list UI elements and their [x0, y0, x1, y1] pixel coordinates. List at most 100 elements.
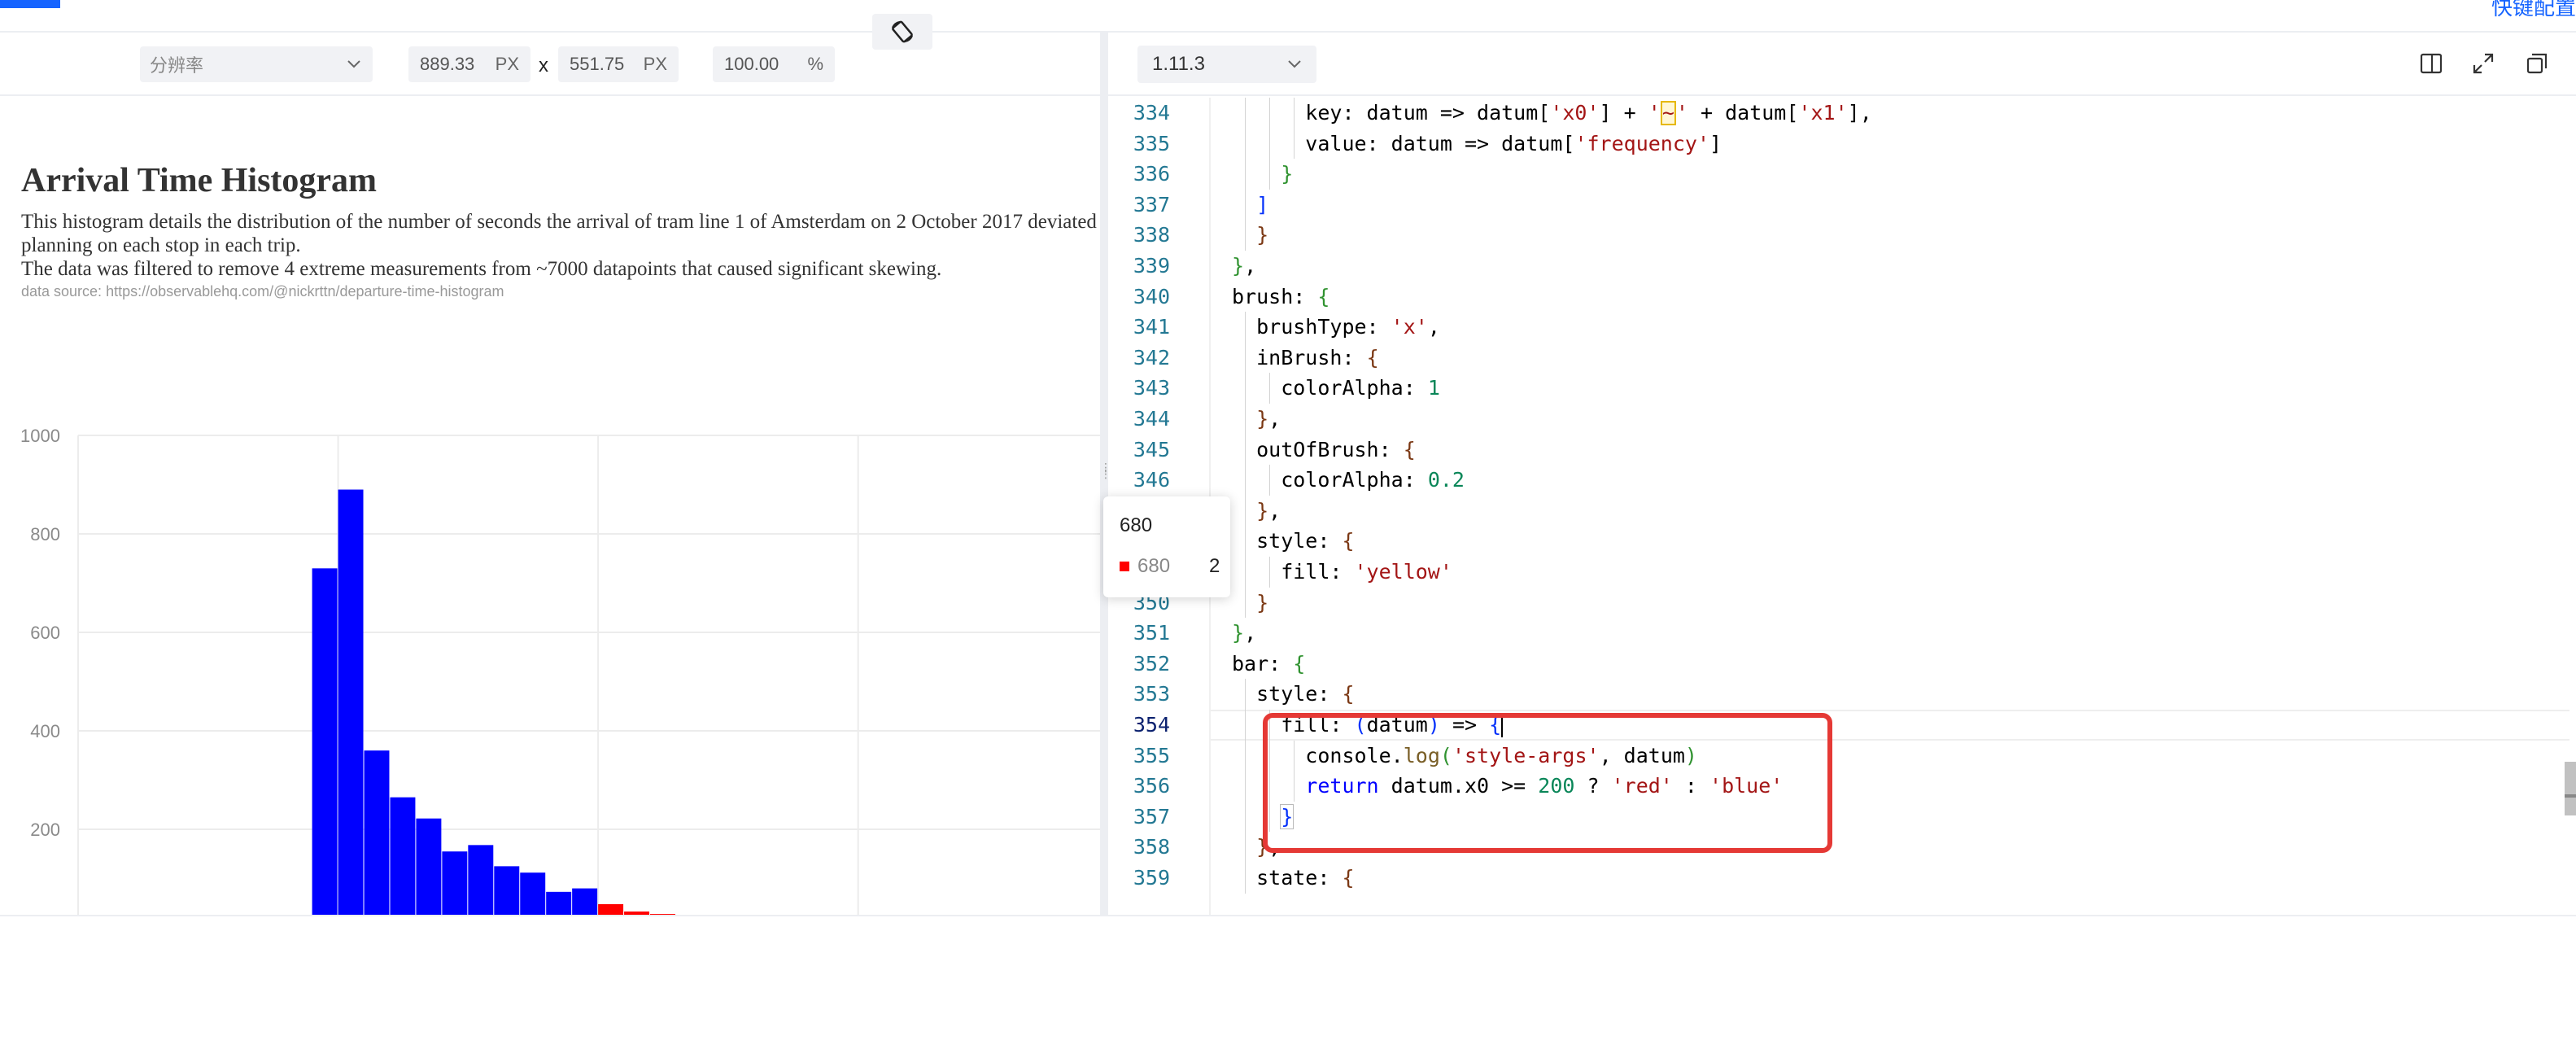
code-line[interactable]: 347}, — [1108, 495, 2573, 527]
code-line[interactable]: 359 state: { — [1108, 863, 2573, 894]
code-text: inBrush: { — [1256, 343, 1379, 374]
line-number: 357 — [1133, 804, 1170, 828]
code-line[interactable]: 348style: { — [1108, 526, 2573, 557]
code-text: }, — [1232, 251, 1256, 282]
version-select[interactable]: 1.11.3 — [1137, 46, 1316, 83]
expand-button[interactable] — [2465, 46, 2501, 81]
code-text: brushType: 'x', — [1256, 312, 1440, 343]
code-line[interactable]: 335 value: datum => datum['frequency'] — [1108, 128, 2573, 160]
histogram-bar — [364, 750, 390, 915]
code-token: , — [1268, 498, 1281, 522]
indent-guide — [1269, 159, 1271, 190]
code-token: } — [1256, 590, 1269, 614]
code-token: ], — [1847, 101, 1872, 125]
line-number: 341 — [1133, 315, 1170, 339]
code-line[interactable]: 351}, — [1108, 618, 2573, 649]
code-token: 'x0' — [1550, 101, 1600, 125]
histogram-chart[interactable]: 02004006008001000−2000200400600 — [0, 317, 1100, 915]
code-line[interactable]: 334 key: datum => datum['x0'] + '~' + dat… — [1108, 98, 2573, 129]
code-text: style: { — [1256, 526, 1354, 557]
split-view-button[interactable] — [2413, 46, 2449, 81]
code-token: { — [1317, 284, 1330, 308]
description-line-2: The data was filtered to remove 4 extrem… — [21, 258, 942, 280]
code-text: outOfBrush: { — [1256, 435, 1416, 466]
editor-scrollbar[interactable] — [2565, 762, 2576, 815]
line-number: 354 — [1133, 713, 1170, 737]
code-line[interactable]: 342 inBrush: { — [1108, 342, 2573, 374]
code-line[interactable]: 345 outOfBrush: { — [1108, 434, 2573, 466]
shortcut-config-link[interactable]: 快键配置 — [2491, 0, 2576, 21]
code-line[interactable]: 349fill: 'yellow' — [1108, 557, 2573, 588]
width-input[interactable]: 889.33 PX — [408, 46, 530, 82]
histogram-bar — [442, 851, 468, 915]
popout-button[interactable] — [2519, 46, 2555, 81]
code-line[interactable]: 352 bar: { — [1108, 649, 2573, 680]
line-number: 343 — [1133, 376, 1170, 400]
code-line[interactable]: 346 colorAlpha: 0.2 — [1108, 465, 2573, 496]
code-text: }, — [1256, 496, 1281, 527]
code-token: ] + — [1599, 101, 1648, 125]
line-number: 351 — [1133, 621, 1170, 645]
top-accent-bar — [0, 0, 60, 8]
indent-guide — [1245, 710, 1247, 741]
code-token: ' — [1648, 101, 1661, 125]
indent-guide — [1245, 404, 1247, 435]
resolution-select[interactable]: 分辨率 — [140, 46, 373, 82]
dimension-separator: x — [539, 55, 548, 77]
resolution-select-placeholder: 分辨率 — [150, 55, 204, 76]
line-number: 344 — [1133, 407, 1170, 431]
split-view-icon — [2420, 53, 2443, 74]
y-tick-label: 1000 — [20, 426, 60, 446]
code-token: , — [1427, 315, 1440, 339]
line-number: 345 — [1133, 437, 1170, 461]
code-text: } — [1256, 220, 1268, 251]
code-line[interactable]: 341 brushType: 'x', — [1108, 312, 2573, 343]
chart-description: This histogram details the distribution … — [21, 210, 1100, 281]
line-number: 358 — [1133, 835, 1170, 859]
chart-tooltip: 680 680 2 — [1103, 496, 1230, 597]
code-token: key: datum => datum[ — [1305, 101, 1551, 125]
code-text: brush: { — [1232, 282, 1329, 313]
code-line[interactable]: 337] — [1108, 189, 2573, 221]
code-token: 'frequency' — [1574, 131, 1710, 155]
code-token: state: — [1256, 866, 1343, 890]
code-token: { — [1342, 866, 1355, 890]
code-line[interactable]: 340 brush: { — [1108, 282, 2573, 313]
histogram-bar — [546, 891, 572, 915]
indent-guide — [1245, 740, 1247, 772]
rotate-button[interactable] — [872, 14, 932, 50]
height-input[interactable]: 551.75 PX — [558, 46, 679, 82]
drag-handle-icon[interactable]: ⋮ ⋮ — [1100, 461, 1111, 483]
code-line[interactable]: 350} — [1108, 587, 2573, 619]
code-line[interactable]: 339}, — [1108, 251, 2573, 282]
indent-guide — [1294, 98, 1295, 129]
chart-heading: Arrival Time Histogram — [21, 162, 378, 199]
line-number: 336 — [1133, 162, 1170, 186]
code-text: colorAlpha: 1 — [1281, 373, 1440, 404]
histogram-bar — [572, 888, 598, 915]
version-value: 1.11.3 — [1152, 53, 1205, 75]
indent-guide — [1245, 128, 1247, 160]
indent-guide — [1269, 465, 1271, 496]
bottom-divider — [0, 915, 2576, 916]
tooltip-title: 680 — [1120, 514, 1153, 536]
line-number: 356 — [1133, 774, 1170, 798]
indent-guide — [1269, 98, 1271, 129]
line-number: 352 — [1133, 651, 1170, 675]
code-text: }, — [1256, 404, 1281, 435]
preview-toolbar: 分辨率 889.33 PX x 551.75 PX 100.00 % — [0, 33, 1100, 96]
code-line[interactable]: 353 style: { — [1108, 679, 2573, 710]
zoom-input[interactable]: 100.00 % — [713, 46, 835, 82]
code-line[interactable]: 344}, — [1108, 404, 2573, 435]
zoom-value: 100.00 — [724, 54, 779, 74]
line-number: 337 — [1133, 192, 1170, 216]
tooltip-legend-marker — [1120, 562, 1129, 571]
line-number: 355 — [1133, 743, 1170, 767]
code-token: outOfBrush: — [1256, 437, 1404, 461]
code-line[interactable]: 336} — [1108, 159, 2573, 190]
code-token: } — [1256, 498, 1269, 522]
code-line[interactable]: 343 colorAlpha: 1 — [1108, 373, 2573, 404]
code-token: ] — [1709, 131, 1722, 155]
tooltip-series-value: 2 — [1209, 555, 1220, 577]
code-line[interactable]: 338} — [1108, 220, 2573, 251]
